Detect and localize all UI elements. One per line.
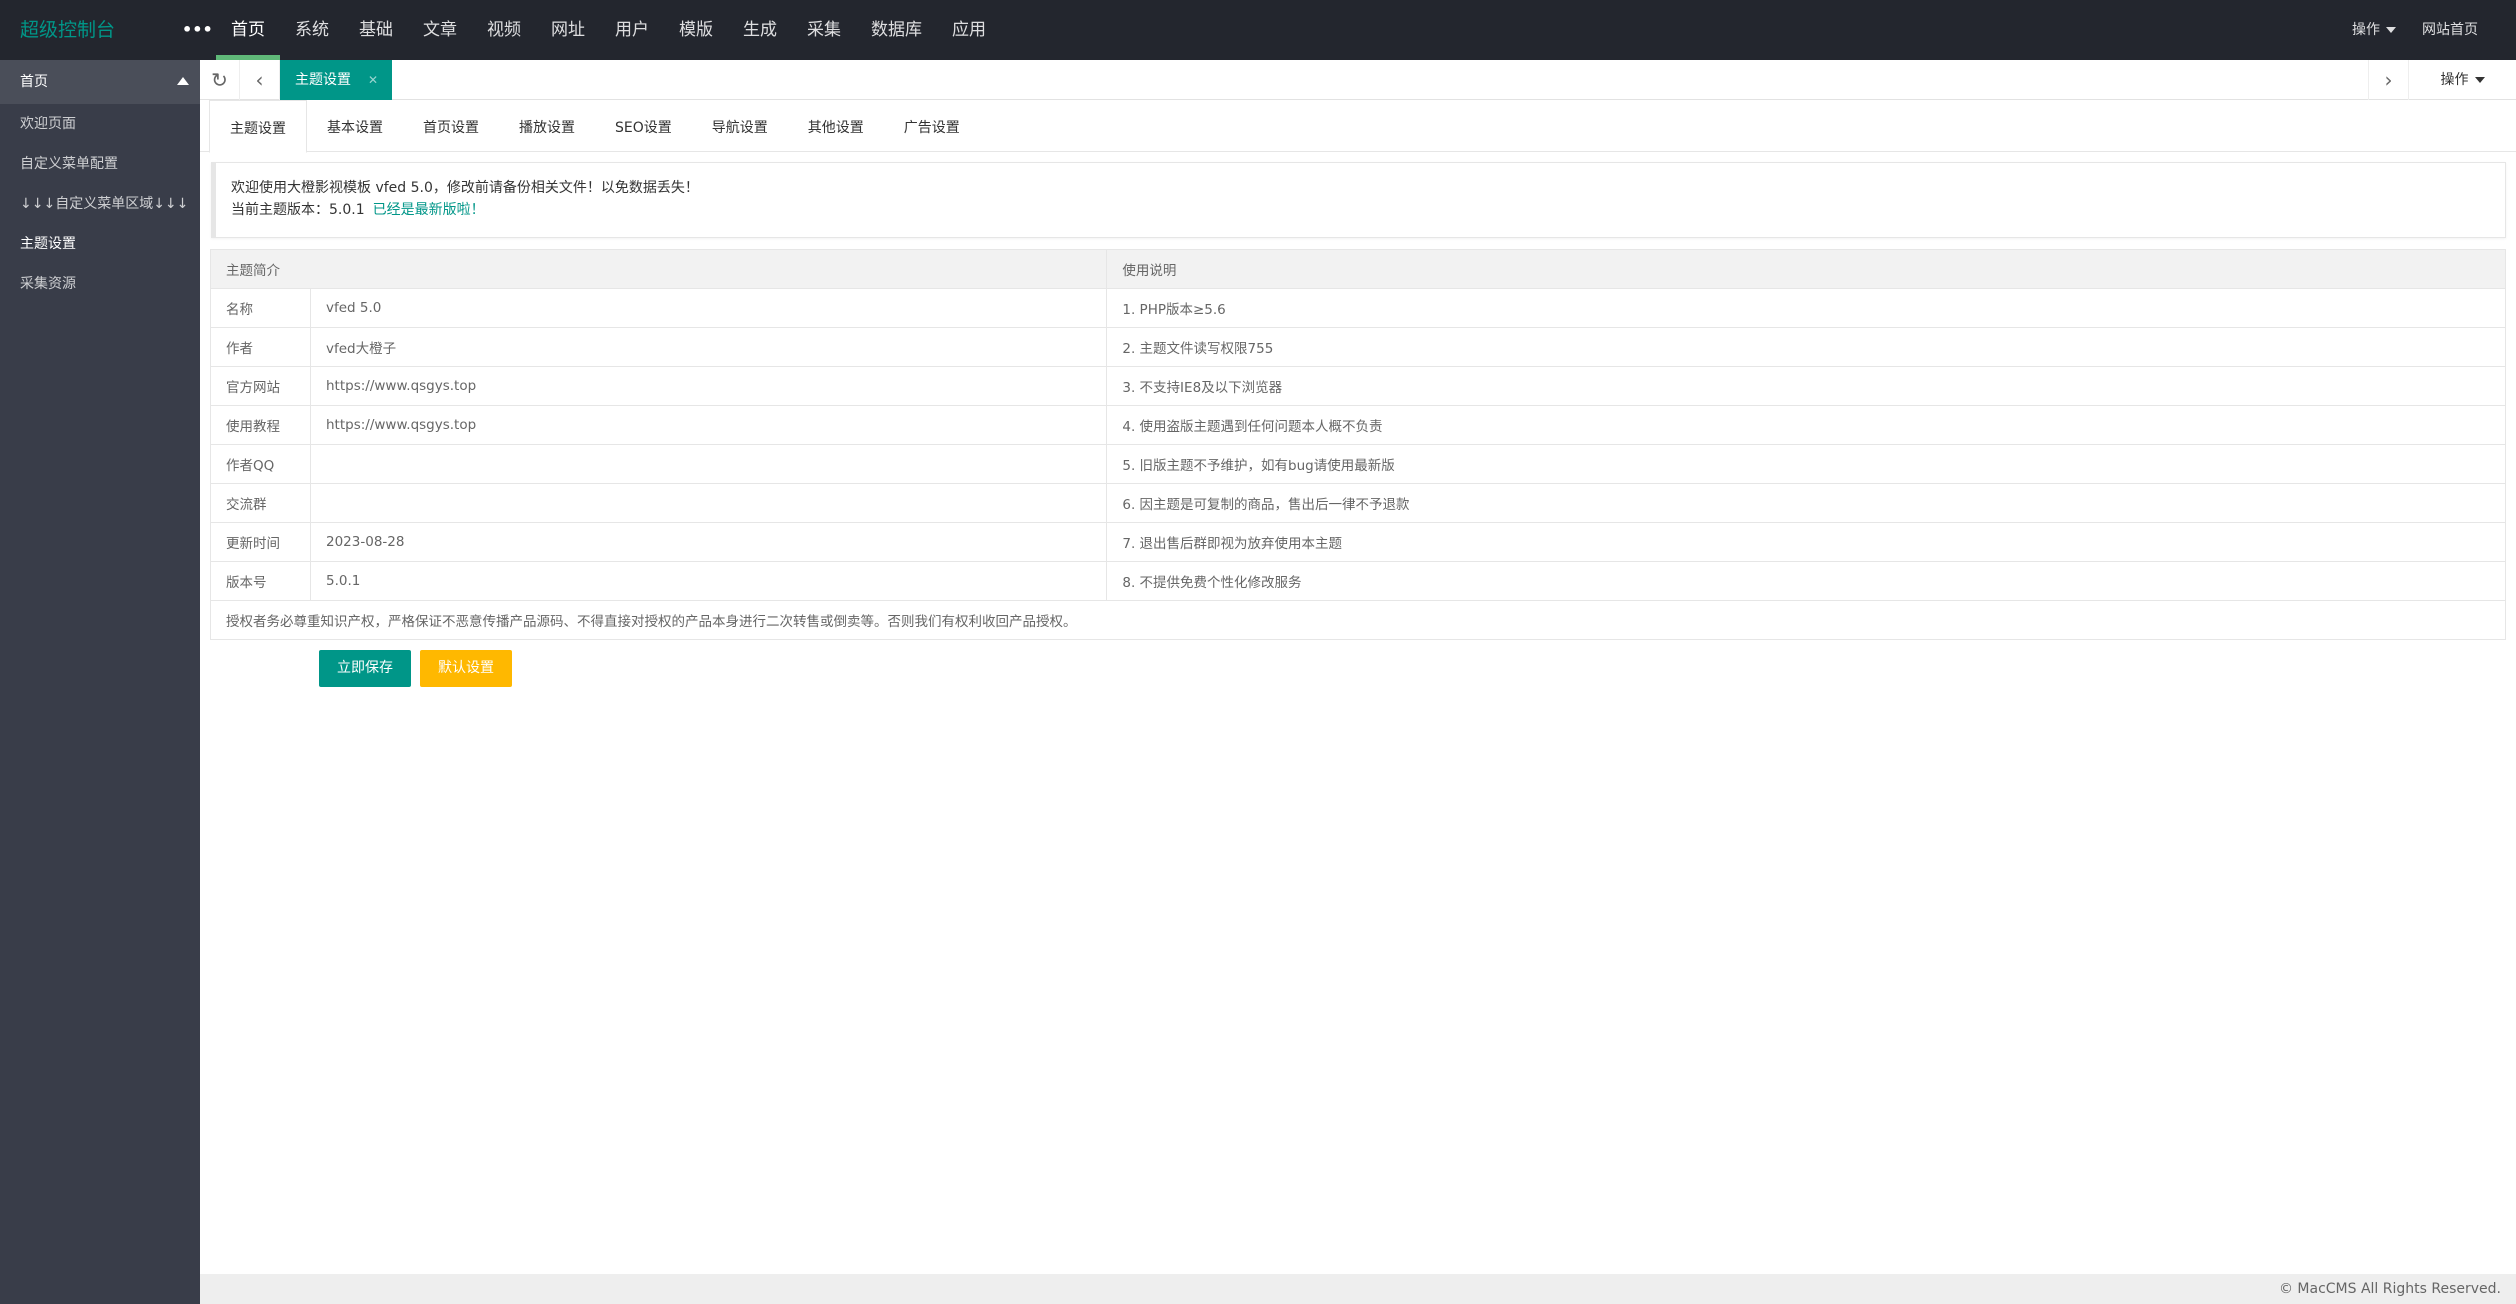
table-row: 交流群 6. 因主题是可复制的商品，售出后一律不予退款	[210, 483, 2506, 523]
row-label: 交流群	[210, 483, 311, 523]
sidebar-item[interactable]: 自定义菜单配置	[0, 144, 200, 184]
row-label: 更新时间	[210, 522, 311, 562]
nav-item[interactable]: 视频	[472, 0, 536, 60]
default-settings-button[interactable]: 默认设置	[420, 650, 512, 687]
caret-down-icon	[2386, 27, 2396, 33]
row-note: 8. 不提供免费个性化修改服务	[1106, 561, 2506, 601]
close-icon[interactable]: ✕	[368, 60, 378, 100]
footer: © MacCMS All Rights Reserved.	[200, 1274, 2516, 1304]
row-label: 作者	[210, 327, 311, 367]
row-value: 2023-08-28	[309, 522, 1108, 562]
table-row: 作者 vfed大橙子 2. 主题文件读写权限755	[210, 327, 2506, 367]
logo[interactable]: 超级控制台	[20, 0, 115, 60]
row-value: 5.0.1	[309, 561, 1108, 601]
settings-tab[interactable]: 其他设置	[788, 100, 884, 152]
settings-tab[interactable]: 首页设置	[403, 100, 499, 152]
save-button[interactable]: 立即保存	[319, 650, 411, 687]
settings-tabs: 主题设置 基本设置 首页设置 播放设置 SEO设置 导航设置 其他设置 广告设置	[200, 100, 2516, 153]
row-value: vfed 5.0	[309, 288, 1108, 328]
table-row: 授权者务必尊重知识产权，严格保证不恶意传播产品源码、不得直接对授权的产品本身进行…	[210, 600, 2506, 640]
row-note: 7. 退出售后群即视为放弃使用本主题	[1106, 522, 2506, 562]
row-note: 2. 主题文件读写权限755	[1106, 327, 2506, 367]
row-label: 官方网站	[210, 366, 311, 406]
theme-info-table: 主题简介 使用说明 名称 vfed 5.0 1. PHP版本≥5.6 作者 vfed大橙…	[209, 249, 2506, 640]
row-note: 5. 旧版主题不予维护，如有bug请使用最新版	[1106, 444, 2506, 484]
table-header: 使用说明	[1106, 249, 2506, 289]
settings-tab[interactable]: 导航设置	[692, 100, 788, 152]
chevron-right-icon[interactable]: ›	[2368, 60, 2408, 100]
nav-item[interactable]: 首页	[216, 0, 280, 60]
sidebar-item[interactable]: 欢迎页面	[0, 104, 200, 144]
settings-tab[interactable]: 基本设置	[307, 100, 403, 152]
chevron-left-icon[interactable]: ‹	[240, 60, 280, 100]
top-nav: 首页 系统 基础 文章 视频 网址 用户 模版 生成 采集 数据库 应用	[216, 0, 1001, 60]
caret-up-icon	[177, 77, 189, 85]
nav-item[interactable]: 文章	[408, 0, 472, 60]
table-row: 官方网站 https://www.qsgys.top 3. 不支持IE8及以下浏览器	[210, 366, 2506, 406]
sidebar-group-home[interactable]: 首页	[0, 60, 200, 104]
row-note: 3. 不支持IE8及以下浏览器	[1106, 366, 2506, 406]
tab-operate-menu[interactable]: 操作	[2408, 60, 2516, 100]
nav-item[interactable]: 用户	[600, 0, 664, 60]
settings-tab[interactable]: 主题设置	[209, 100, 307, 153]
nav-item[interactable]: 基础	[344, 0, 408, 60]
table-row: 更新时间 2023-08-28 7. 退出售后群即视为放弃使用本主题	[210, 522, 2506, 562]
row-value	[309, 444, 1108, 484]
sidebar: 首页 欢迎页面 自定义菜单配置 ↓↓↓自定义菜单区域↓↓↓ 主题设置 采集资源	[0, 60, 200, 1304]
nav-item[interactable]: 系统	[280, 0, 344, 60]
nav-item[interactable]: 采集	[792, 0, 856, 60]
nav-item[interactable]: 模版	[664, 0, 728, 60]
site-home-link[interactable]: 网站首页	[2422, 0, 2478, 60]
row-label: 使用教程	[210, 405, 311, 445]
license-notice: 授权者务必尊重知识产权，严格保证不恶意传播产品源码、不得直接对授权的产品本身进行…	[210, 600, 2506, 640]
settings-tab[interactable]: 播放设置	[499, 100, 595, 152]
row-value	[309, 483, 1108, 523]
settings-tab[interactable]: SEO设置	[595, 100, 692, 152]
version-status: 已经是最新版啦！	[372, 202, 485, 218]
row-note: 4. 使用盗版主题遇到任何问题本人概不负责	[1106, 405, 2506, 445]
caret-down-icon	[2474, 77, 2485, 83]
operate-menu[interactable]: 操作	[2352, 0, 2396, 60]
row-note: 1. PHP版本≥5.6	[1106, 288, 2506, 328]
nav-item[interactable]: 应用	[937, 0, 1001, 60]
more-icon[interactable]: •••	[182, 0, 213, 60]
row-label: 名称	[210, 288, 311, 328]
info-alert: 欢迎使用大橙影视模板 vfed 5.0，修改前请备份相关文件！以免数据丢失！ 当…	[211, 162, 2506, 238]
top-header: 超级控制台 ••• 首页 系统 基础 文章 视频 网址 用户 模版 生成 采集 数据库 应用 操作 网…	[0, 0, 2516, 60]
table-row: 名称 vfed 5.0 1. PHP版本≥5.6	[210, 288, 2506, 328]
refresh-icon[interactable]: ↻	[200, 60, 240, 100]
table-row: 版本号 5.0.1 8. 不提供免费个性化修改服务	[210, 561, 2506, 601]
table-row: 作者QQ 5. 旧版主题不予维护，如有bug请使用最新版	[210, 444, 2506, 484]
settings-tab[interactable]: 广告设置	[884, 100, 980, 152]
table-row: 使用教程 https://www.qsgys.top 4. 使用盗版主题遇到任何问题…	[210, 405, 2506, 445]
sidebar-item[interactable]: 主题设置	[0, 224, 200, 264]
sidebar-item[interactable]: ↓↓↓自定义菜单区域↓↓↓	[0, 184, 200, 224]
tab-theme-settings[interactable]: 主题设置 ✕	[280, 60, 392, 100]
nav-item[interactable]: 生成	[728, 0, 792, 60]
row-note: 6. 因主题是可复制的商品，售出后一律不予退款	[1106, 483, 2506, 523]
tab-bar: ↻ ‹ 主题设置 ✕ › 操作	[200, 60, 2516, 100]
row-value: https://www.qsgys.top	[309, 366, 1108, 406]
row-label: 作者QQ	[210, 444, 311, 484]
nav-item[interactable]: 数据库	[856, 0, 937, 60]
row-value: vfed大橙子	[309, 327, 1108, 367]
row-value: https://www.qsgys.top	[309, 405, 1108, 445]
nav-item[interactable]: 网址	[536, 0, 600, 60]
sidebar-item[interactable]: 采集资源	[0, 264, 200, 304]
row-label: 版本号	[210, 561, 311, 601]
table-header: 主题简介	[209, 249, 1108, 289]
